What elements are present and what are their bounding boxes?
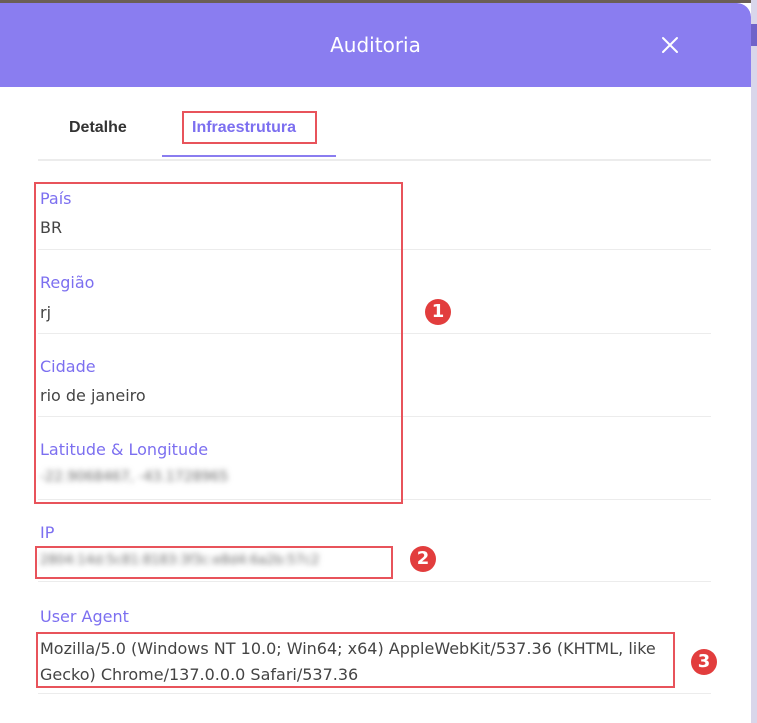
annotation-badge-1: 1 bbox=[425, 299, 451, 325]
annotation-badge-3: 3 bbox=[691, 649, 717, 675]
highlight-location-fields bbox=[34, 182, 403, 504]
tab-bar: Detalhe Infraestrutura bbox=[38, 103, 711, 161]
tab-detalhe[interactable]: Detalhe bbox=[69, 119, 127, 137]
highlight-ip-field bbox=[35, 546, 393, 579]
background-page-edge bbox=[751, 0, 757, 723]
field-label: User Agent bbox=[40, 607, 129, 626]
field-label: IP bbox=[40, 523, 55, 542]
close-icon[interactable] bbox=[658, 33, 682, 57]
highlight-user-agent-field bbox=[36, 632, 675, 688]
active-tab-indicator bbox=[162, 155, 336, 157]
background-page-element bbox=[751, 24, 757, 46]
highlight-tab-infraestrutura bbox=[182, 111, 317, 144]
modal-title: Auditoria bbox=[330, 33, 421, 57]
annotation-badge-2: 2 bbox=[410, 546, 436, 572]
modal-header: Auditoria bbox=[0, 3, 751, 87]
